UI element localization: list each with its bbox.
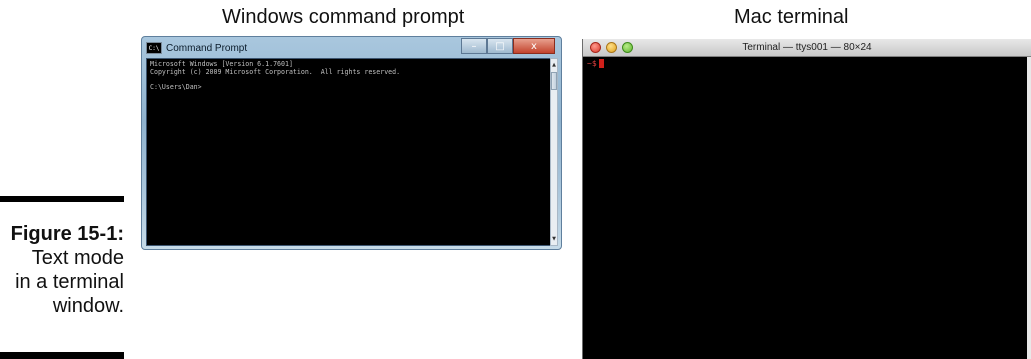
- window-title: Terminal — ttys001 — 80×24: [742, 42, 872, 53]
- scroll-up-icon[interactable]: ▲: [551, 60, 557, 70]
- maximize-button[interactable]: □: [487, 38, 513, 54]
- window-title: Command Prompt: [166, 42, 248, 54]
- scroll-thumb[interactable]: [551, 72, 557, 90]
- caption-line: Text mode: [31, 247, 124, 269]
- vertical-scrollbar[interactable]: ▲ ▼: [550, 58, 558, 246]
- figure-label: Figure 15-1:: [10, 223, 124, 245]
- console-area[interactable]: Microsoft Windows [Version 6.1.7601] Cop…: [146, 58, 552, 246]
- cmd-icon: C:\: [146, 42, 162, 54]
- caption-rule-bottom: [0, 352, 124, 359]
- terminal-prompt[interactable]: ~$: [587, 59, 604, 68]
- caption-rule-top: [0, 196, 124, 202]
- scroll-down-icon[interactable]: ▼: [551, 234, 557, 244]
- prompt-text: ~$: [587, 59, 597, 68]
- window-titlebar[interactable]: C:\ Command Prompt: [146, 39, 247, 57]
- minimize-button[interactable]: –: [461, 38, 487, 54]
- console-line: Copyright (c) 2009 Microsoft Corporation…: [150, 67, 401, 76]
- caption-line: in a terminal: [15, 271, 124, 293]
- mac-heading: Mac terminal: [734, 6, 849, 28]
- window-controls: – □ x: [461, 38, 555, 54]
- mac-terminal-window: Terminal — ttys001 — 80×24 ~$: [582, 39, 1031, 359]
- caption-line: window.: [52, 295, 124, 317]
- console-prompt: C:\Users\Dan>: [150, 82, 202, 91]
- window-titlebar[interactable]: Terminal — ttys001 — 80×24: [583, 39, 1031, 57]
- console-output: Microsoft Windows [Version 6.1.7601] Cop…: [147, 59, 551, 93]
- window-edge: [1027, 57, 1031, 359]
- close-button[interactable]: x: [513, 38, 555, 54]
- windows-command-prompt-window: C:\ Command Prompt – □ x Microsoft Windo…: [141, 36, 562, 250]
- cursor: [598, 59, 604, 68]
- figure-caption: Text mode in a terminal window.: [0, 246, 124, 318]
- windows-heading: Windows command prompt: [222, 6, 465, 28]
